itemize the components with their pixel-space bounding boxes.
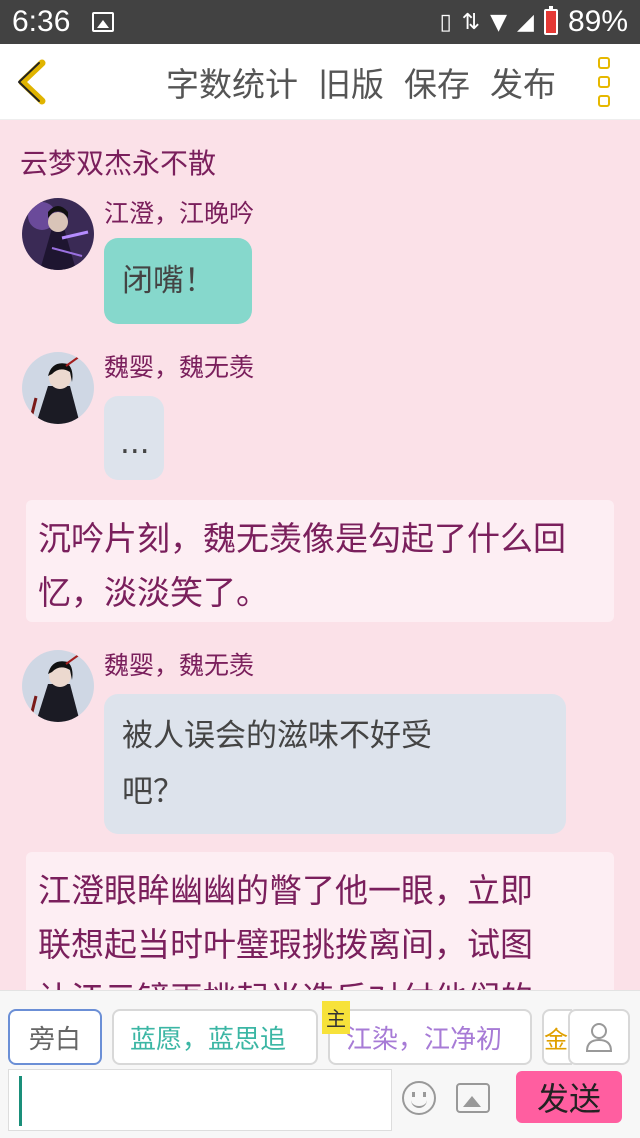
narration-block[interactable]: 江澄眼眸幽幽的瞥了他一眼，立即 联想起当时叶璧瑕挑拨离间，试图 让江云镜再挑起半… — [26, 852, 614, 990]
wifi-icon: ▼ — [490, 9, 508, 35]
message-text-line: 被人误会的滋味不好受 — [122, 718, 432, 754]
avatar-jiang-cheng[interactable] — [22, 198, 94, 270]
send-button[interactable]: 发送 — [516, 1071, 622, 1123]
main-character-tag: 主 — [322, 1001, 350, 1034]
status-time: 6:36 — [12, 5, 71, 38]
old-version-button[interactable]: 旧版 — [318, 58, 384, 106]
text-cursor — [19, 1076, 22, 1126]
role-selector: 旁白 蓝愿，蓝思追 江染，江净初 金 — [8, 1009, 572, 1065]
speaker-name: 魏婴，魏无羡 — [104, 651, 255, 680]
narration-text: 沉吟片刻，魏无羡像是勾起了什么回忆，淡淡笑了。 — [38, 519, 566, 612]
save-button[interactable]: 保存 — [404, 58, 470, 106]
publish-button[interactable]: 发布 — [490, 58, 556, 106]
speaker-name: 江澄，江晚吟 — [104, 199, 255, 228]
narration-block[interactable]: 沉吟片刻，魏无羡像是勾起了什么回忆，淡淡笑了。 — [26, 500, 614, 622]
signal-icon: ◢ — [517, 9, 534, 35]
image-icon[interactable] — [456, 1083, 490, 1113]
message-bubble[interactable]: 闭嘴！ — [104, 238, 252, 324]
narration-text-line: 让江云镜再挑起半造反对付他们的 — [38, 972, 602, 990]
role-lan-sizhui[interactable]: 蓝愿，蓝思追 — [112, 1009, 318, 1065]
message-input[interactable] — [8, 1069, 392, 1131]
emoji-icon[interactable] — [402, 1081, 436, 1115]
more-menu-icon[interactable] — [586, 56, 622, 107]
narration-text-line: 江澄眼眸幽幽的瞥了他一眼，立即 — [38, 871, 533, 910]
avatar-wei-wuxian[interactable] — [22, 352, 94, 424]
story-title: 云梦双杰永不散 — [20, 147, 217, 180]
message-bubble[interactable]: 被人误会的滋味不好受 吧？ — [104, 694, 566, 834]
person-icon — [585, 1023, 613, 1052]
battery-percent: 89% — [567, 5, 628, 38]
word-count-button[interactable]: 字数统计 — [166, 58, 298, 106]
status-icons: ▯ ⇅ ▼ ◢ 89% — [440, 5, 628, 39]
avatar-wei-wuxian[interactable] — [22, 650, 94, 722]
message-bubble[interactable]: ... — [104, 396, 164, 480]
battery-icon — [543, 6, 558, 35]
chevron-left-icon — [18, 59, 46, 104]
gallery-notification-icon — [92, 12, 115, 32]
character-manager-button[interactable] — [568, 1009, 630, 1065]
data-arrows-icon: ⇅ — [461, 9, 481, 35]
back-button[interactable] — [12, 57, 62, 107]
status-bar: 6:36 ▯ ⇅ ▼ ◢ 89% — [0, 0, 640, 44]
vibrate-icon: ▯ — [439, 9, 452, 35]
top-toolbar: 字数统计 旧版 保存 发布 — [0, 44, 640, 120]
speaker-name: 魏婴，魏无羡 — [104, 353, 255, 382]
narration-text-line: 联想起当时叶璧瑕挑拨离间，试图 — [38, 925, 533, 964]
chat-area[interactable]: 云梦双杰永不散 江澄，江晚吟 闭嘴！ 魏婴，魏无羡 ... 沉吟片刻，魏无羡像是… — [0, 120, 640, 990]
role-narration[interactable]: 旁白 — [8, 1009, 102, 1065]
role-jiang-jingchu[interactable]: 江染，江净初 — [328, 1009, 532, 1065]
toolbar-actions: 字数统计 旧版 保存 发布 — [166, 58, 556, 106]
composer-bar: 旁白 蓝愿，蓝思追 江染，江净初 金 主 发送 — [0, 990, 640, 1138]
message-text-line: 吧？ — [122, 774, 184, 810]
